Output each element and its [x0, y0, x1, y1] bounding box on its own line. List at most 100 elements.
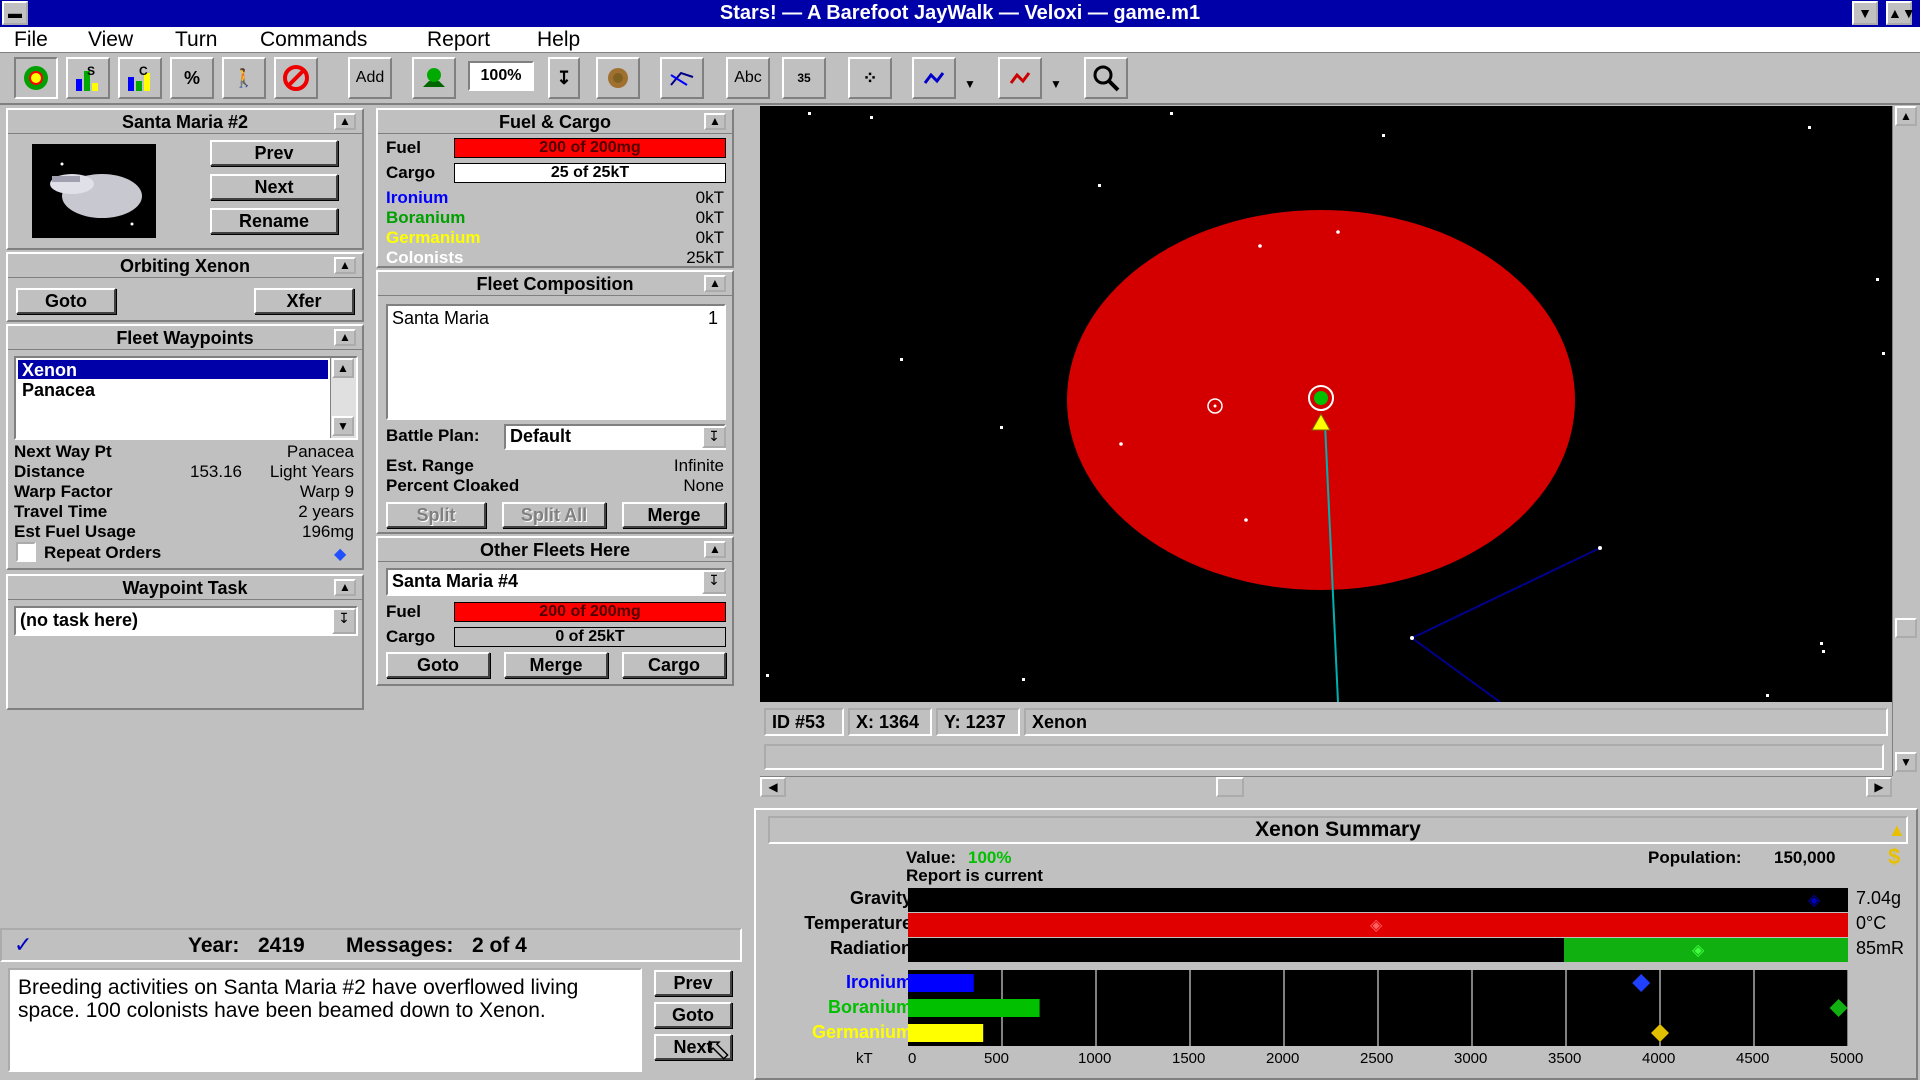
other-fuel-bar[interactable]: 200 of 200mg — [454, 602, 726, 622]
population-view-icon[interactable]: 🚶 — [222, 57, 266, 99]
scroll-up-icon[interactable]: ▲ — [332, 358, 354, 378]
colonists-label: Colonists — [386, 248, 464, 267]
no-player-info-icon[interactable] — [274, 57, 318, 99]
scroll-right-icon[interactable]: ▶ — [1866, 777, 1892, 797]
waypoint-item-panacea[interactable]: Panacea — [18, 380, 328, 400]
other-fleet-select[interactable]: Santa Maria #4 — [386, 568, 726, 596]
axis-tick-label: 0 — [908, 1050, 917, 1067]
fuel-bar[interactable]: 200 of 200mg — [454, 138, 726, 158]
find-icon[interactable] — [1084, 57, 1128, 99]
waypoint-item-xenon[interactable]: Xenon — [18, 360, 328, 380]
dropdown-arrow-icon[interactable]: ↧ — [702, 426, 726, 448]
prev-fleet-button[interactable]: Prev — [210, 140, 338, 166]
split-button[interactable]: Split — [386, 502, 486, 528]
dollar-icon: $ — [1888, 844, 1901, 869]
menu-turn[interactable]: Turn — [175, 28, 217, 52]
collapse-icon[interactable]: ▲ — [334, 579, 356, 596]
next-fleet-button[interactable]: Next — [210, 174, 338, 200]
collapse-icon[interactable]: ▲ — [334, 329, 356, 346]
menu-view[interactable]: View — [88, 28, 133, 52]
friendly-fleets-icon[interactable] — [912, 57, 956, 99]
scroll-down-icon[interactable]: ▼ — [1895, 752, 1917, 772]
percent-view-icon[interactable]: % — [170, 57, 214, 99]
message-prev-button[interactable]: Prev — [654, 970, 732, 996]
fuel-label: Fuel — [386, 138, 421, 157]
checkmark-icon[interactable]: ✓ — [14, 932, 32, 958]
warp-label: Warp Factor — [14, 482, 113, 501]
collapse-icon[interactable]: ▲ — [704, 113, 726, 130]
battle-plan-select[interactable]: Default — [504, 424, 726, 450]
split-all-button[interactable]: Split All — [502, 502, 606, 528]
add-waypoint-button[interactable]: Add — [348, 57, 392, 99]
message-bar: ✓ Year: 2419 Messages: 2 of 4 — [0, 928, 742, 962]
messages-count: 2 of 4 — [472, 934, 527, 957]
fuel-usage-value: 196mg — [302, 522, 354, 541]
normal-view-icon[interactable] — [14, 57, 58, 99]
dropdown-arrow-icon[interactable]: ↧ — [702, 570, 726, 594]
map-horizontal-scrollbar[interactable]: ◀ ▶ — [760, 776, 1892, 797]
cargo-bar[interactable]: 25 of 25kT — [454, 163, 726, 183]
distance-value: 153.16 — [190, 462, 242, 481]
year-value: 2419 — [258, 934, 305, 957]
menu-report[interactable]: Report — [427, 28, 490, 52]
distance-unit: Light Years — [269, 462, 354, 481]
scroll-left-icon[interactable]: ◀ — [760, 777, 786, 797]
scroll-thumb[interactable] — [1895, 618, 1917, 638]
rename-fleet-button[interactable]: Rename — [210, 208, 338, 234]
waypoint-list-scrollbar[interactable]: ▲ ▼ — [330, 358, 356, 438]
menu-file[interactable]: File — [14, 28, 48, 52]
ironium-concentration-marker — [1632, 974, 1651, 992]
collapse-icon[interactable]: ▲ — [334, 257, 356, 274]
boranium-surface-bar — [908, 999, 1040, 1017]
waypoint-task-select[interactable]: (no task here) — [14, 606, 358, 636]
friendly-fleets-dropdown-icon[interactable]: ▼ — [964, 77, 976, 91]
xfer-button[interactable]: Xfer — [254, 288, 354, 314]
message-goto-button[interactable]: Goto — [654, 1002, 732, 1028]
composition-ship-name[interactable]: Santa Maria — [392, 308, 489, 329]
zoom-dropdown-icon[interactable]: ↧ — [548, 57, 580, 99]
other-merge-button[interactable]: Merge — [504, 652, 608, 678]
maximize-button[interactable]: ▲▼ — [1886, 1, 1916, 25]
star-map[interactable] — [760, 106, 1892, 702]
mineral-chart-svg — [908, 970, 1849, 1046]
axis-tick-label: 500 — [984, 1050, 1010, 1067]
radiation-value: 85mR — [1856, 938, 1905, 958]
other-goto-button[interactable]: Goto — [386, 652, 490, 678]
zoom-level-field[interactable]: 100% — [468, 61, 534, 91]
ironium-summary-label: Ironium — [846, 972, 912, 992]
repeat-orders-checkbox[interactable] — [16, 542, 36, 562]
orbit-goto-button[interactable]: Goto — [16, 288, 116, 314]
axis-tick-label: 5000 — [1830, 1050, 1864, 1067]
collapse-icon[interactable]: ▲ — [334, 113, 356, 130]
fleet-paths-icon[interactable] — [660, 57, 704, 99]
minimize-button[interactable]: ▼ — [1852, 1, 1878, 25]
ship-design-icon[interactable] — [412, 57, 456, 99]
scroll-down-icon[interactable]: ▼ — [332, 416, 354, 436]
temperature-value: 0°C — [1856, 913, 1887, 933]
system-menu-button[interactable]: ▬ — [2, 1, 28, 25]
minefield-view-icon[interactable] — [596, 57, 640, 99]
waypoint-list[interactable]: Xenon Panacea ▲ ▼ — [14, 356, 358, 440]
enemy-fleets-icon[interactable] — [998, 57, 1042, 99]
merge-button[interactable]: Merge — [622, 502, 726, 528]
collapse-icon[interactable]: ▲ — [704, 275, 726, 292]
mineral-concentration-icon[interactable]: C — [118, 57, 162, 99]
scroll-up-icon[interactable]: ▲ — [1895, 106, 1917, 126]
enemy-fleets-dropdown-icon[interactable]: ▼ — [1050, 77, 1062, 91]
menu-help[interactable]: Help — [537, 28, 580, 52]
menu-commands[interactable]: Commands — [260, 28, 367, 52]
idle-fleets-icon[interactable]: ⁘ — [848, 57, 892, 99]
planet-names-button[interactable]: Abc — [726, 57, 770, 99]
ship-count-button[interactable]: 35 — [782, 57, 826, 99]
temperature-marker-icon: ◈ — [1370, 917, 1383, 934]
composition-list[interactable]: Santa Maria 1 — [386, 304, 726, 420]
map-vertical-scrollbar[interactable]: ▲ ▼ — [1892, 106, 1918, 776]
surface-minerals-icon[interactable]: S — [66, 57, 110, 99]
cargo-label: Cargo — [386, 163, 436, 182]
other-cargo-button[interactable]: Cargo — [622, 652, 726, 678]
collapse-icon[interactable]: ▲ — [704, 541, 726, 558]
fleet-path-line — [1410, 547, 1601, 702]
scroll-thumb[interactable] — [1216, 777, 1244, 797]
other-cargo-bar[interactable]: 0 of 25kT — [454, 627, 726, 647]
dropdown-arrow-icon[interactable]: ↧ — [332, 608, 356, 634]
